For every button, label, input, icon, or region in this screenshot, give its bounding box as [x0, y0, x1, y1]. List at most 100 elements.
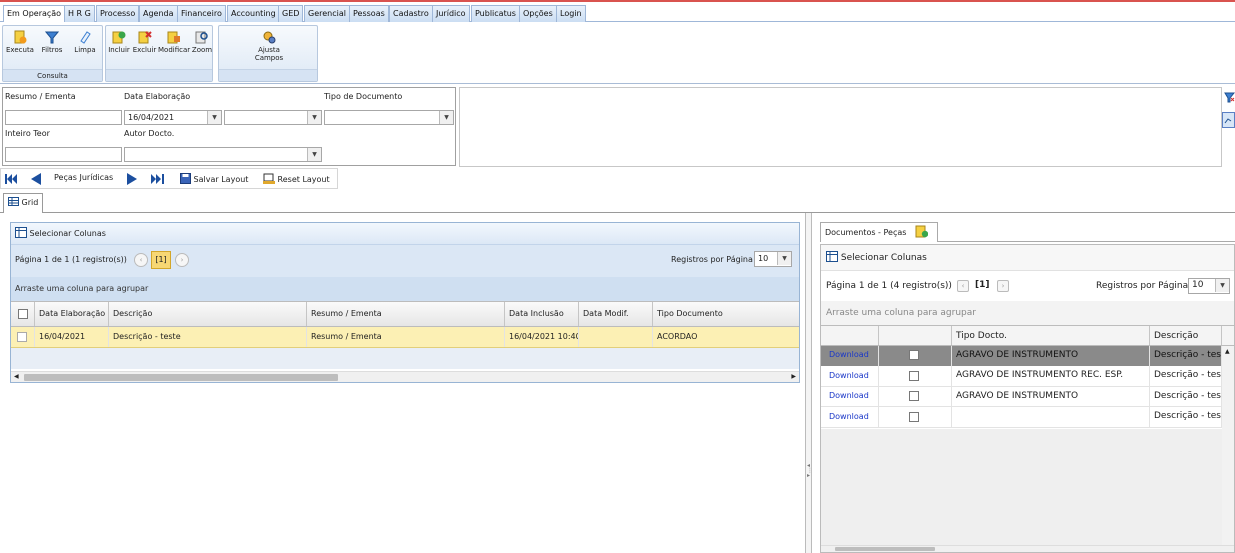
per-page-select[interactable]: 10 ▼: [754, 251, 792, 267]
download-link[interactable]: Download: [829, 391, 869, 400]
table-row[interactable]: Download Descrição - teste: [821, 407, 1234, 428]
salvar-layout-button[interactable]: Salvar Layout: [180, 173, 248, 184]
filtros-button[interactable]: Filtros: [39, 30, 65, 54]
next-page-button-right[interactable]: ›: [997, 280, 1009, 292]
tab-financeiro[interactable]: Financeiro: [177, 5, 226, 23]
incluir-button[interactable]: Incluir: [107, 30, 131, 54]
row-checkbox[interactable]: [879, 346, 952, 366]
chevron-down-icon[interactable]: ▼: [1215, 279, 1229, 292]
tab-processo[interactable]: Processo: [96, 5, 140, 23]
limpa-button[interactable]: Limpa: [72, 30, 98, 54]
reset-layout-button[interactable]: Reset Layout: [263, 173, 330, 184]
vertical-scrollbar[interactable]: ▲: [1222, 346, 1234, 547]
chevron-down-icon[interactable]: ▼: [439, 111, 453, 124]
next-record-icon[interactable]: [127, 173, 137, 185]
col-select[interactable]: [879, 326, 952, 345]
tab-pessoas[interactable]: Pessoas: [349, 5, 389, 23]
horizontal-scrollbar-right[interactable]: [821, 545, 1234, 552]
ribbon-group-consulta: Executa Filtros Limpa Consulta: [2, 25, 103, 82]
col-download[interactable]: [821, 326, 879, 345]
col-tipo-documento[interactable]: Tipo Documento: [653, 302, 799, 326]
tab-juridico[interactable]: Jurídico: [432, 5, 470, 23]
per-page-select-right[interactable]: 10 ▼: [1188, 278, 1230, 294]
tab-hrg[interactable]: H R G: [64, 5, 95, 23]
scroll-up-icon[interactable]: ▲: [1225, 348, 1230, 355]
add-document-icon[interactable]: [915, 225, 929, 238]
row-checkbox[interactable]: [879, 407, 952, 427]
select-all-checkbox[interactable]: [11, 302, 35, 326]
scroll-right-icon[interactable]: ▶: [791, 373, 796, 380]
gears-icon: [263, 31, 276, 44]
chevron-down-icon[interactable]: ▼: [207, 111, 221, 124]
row-checkbox[interactable]: [879, 387, 952, 406]
download-link[interactable]: Download: [829, 371, 869, 380]
add-icon: [112, 31, 126, 44]
chevron-down-icon[interactable]: ▼: [307, 148, 321, 161]
tab-login[interactable]: Login: [556, 5, 586, 23]
scrollbar-thumb-right[interactable]: [835, 547, 935, 551]
filter-side-icon[interactable]: [1224, 92, 1235, 103]
data-fim-input[interactable]: ▼: [224, 110, 322, 125]
filter-panel: Resumo / Ementa Data Elaboração Tipo de …: [2, 87, 456, 166]
previous-record-icon[interactable]: [31, 173, 41, 185]
tipo-documento-label: Tipo de Documento: [324, 92, 403, 101]
executa-button[interactable]: Executa: [6, 30, 34, 54]
edit-icon: [167, 31, 180, 44]
table-row[interactable]: Download AGRAVO DE INSTRUMENTO Descrição…: [821, 387, 1234, 407]
tab-documentos-pecas[interactable]: Documentos - Peças: [820, 222, 938, 242]
chart-side-icon[interactable]: [1222, 112, 1235, 128]
tab-grid[interactable]: Grid: [3, 193, 43, 213]
ribbon-toolbar: Executa Filtros Limpa Consulta Incluir E…: [0, 22, 1235, 84]
tab-agenda[interactable]: Agenda: [139, 5, 178, 23]
panel-splitter[interactable]: ◂ ⋮ ▸: [806, 213, 813, 553]
col-tipo-docto[interactable]: Tipo Docto.: [952, 326, 1150, 345]
group-by-zone[interactable]: Arraste uma coluna para agrupar: [11, 277, 799, 301]
group-by-zone-right[interactable]: Arraste uma coluna para agrupar: [821, 301, 1234, 325]
excluir-button[interactable]: Excluir: [132, 30, 157, 54]
col-resumo[interactable]: Resumo / Ementa: [307, 302, 505, 326]
chevron-down-icon[interactable]: ▼: [307, 111, 321, 124]
tab-gerencial[interactable]: Gerencial: [304, 5, 350, 23]
row-checkbox[interactable]: [879, 366, 952, 386]
select-columns-bar[interactable]: Selecionar Colunas: [11, 223, 799, 245]
current-page[interactable]: [1]: [151, 251, 171, 269]
data-inicio-input[interactable]: 16/04/2021 ▼: [124, 110, 222, 125]
scroll-left-icon[interactable]: ◀: [14, 373, 19, 380]
col-data-elaboracao[interactable]: Data Elaboração: [35, 302, 109, 326]
tab-cadastro[interactable]: Cadastro: [389, 5, 433, 23]
col-descricao-right[interactable]: Descrição: [1150, 326, 1222, 345]
scrollbar-thumb[interactable]: [24, 374, 338, 381]
col-data-inclusao[interactable]: Data Inclusão: [505, 302, 579, 326]
col-descricao[interactable]: Descrição: [109, 302, 307, 326]
table-row[interactable]: Download AGRAVO DE INSTRUMENTO Descrição…: [821, 346, 1234, 366]
last-record-icon[interactable]: [151, 174, 164, 184]
resumo-label: Resumo / Ementa: [5, 92, 76, 101]
prev-page-button[interactable]: ‹: [134, 253, 148, 267]
tab-ged[interactable]: GED: [278, 5, 304, 23]
horizontal-scrollbar[interactable]: ◀ ▶: [11, 371, 799, 382]
resumo-input[interactable]: [5, 110, 122, 125]
zoom-button[interactable]: Zoom: [191, 30, 213, 54]
inteiro-teor-input[interactable]: [5, 147, 122, 162]
autor-select[interactable]: ▼: [124, 147, 322, 162]
table-row[interactable]: 16/04/2021 Descrição - teste Resumo / Em…: [11, 327, 799, 348]
tab-opcoes[interactable]: Opções: [519, 5, 557, 23]
modificar-button[interactable]: Modificar: [158, 30, 190, 54]
ajusta-campos-button[interactable]: Ajusta Campos: [249, 30, 289, 62]
tab-accounting[interactable]: Accounting: [227, 5, 280, 23]
tab-publicatus[interactable]: Publicatus: [471, 5, 520, 23]
row-checkbox[interactable]: [11, 327, 35, 347]
download-link[interactable]: Download: [829, 412, 869, 421]
table-row[interactable]: Download AGRAVO DE INSTRUMENTO REC. ESP.…: [821, 366, 1234, 387]
first-record-icon[interactable]: [5, 174, 17, 184]
col-data-modif[interactable]: Data Modif.: [579, 302, 653, 326]
prev-page-button-right[interactable]: ‹: [957, 280, 969, 292]
download-link[interactable]: Download: [829, 350, 869, 359]
execute-icon: [14, 30, 27, 44]
next-page-button[interactable]: ›: [175, 253, 189, 267]
zoom-icon: [195, 31, 208, 44]
select-columns-bar-right[interactable]: Selecionar Colunas: [821, 245, 1234, 271]
current-page-right[interactable]: [1]: [975, 280, 990, 290]
tipo-documento-select[interactable]: ▼: [324, 110, 454, 125]
chevron-down-icon[interactable]: ▼: [777, 252, 791, 265]
